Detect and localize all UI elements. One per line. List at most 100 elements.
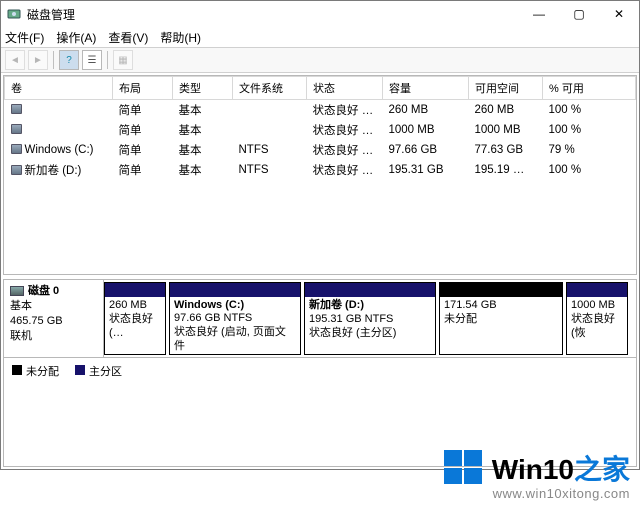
disk-management-window: 磁盘管理 — ▢ ✕ 文件(F) 操作(A) 查看(V) 帮助(H) ◄ ► ?…	[0, 0, 640, 470]
cell-volume: 新加卷 (D:)	[5, 160, 113, 180]
col-layout[interactable]: 布局	[113, 77, 173, 100]
cell-pctfree: 100 %	[543, 120, 636, 140]
legend: 未分配 主分区	[4, 358, 636, 383]
partition-block[interactable]: 新加卷 (D:) 195.31 GB NTFS 状态良好 (主分区)	[304, 282, 436, 355]
disk-size: 465.75 GB	[10, 314, 97, 329]
disk-info-panel[interactable]: 磁盘 0 基本 465.75 GB 联机	[4, 280, 104, 357]
partition-map: 260 MB 状态良好 (… Windows (C:)97.66 GB NTFS 状态…	[104, 280, 636, 357]
col-capacity[interactable]: 容量	[383, 77, 469, 100]
toolbar-separator	[107, 51, 108, 69]
table-row[interactable]: Windows (C:)简单基本NTFS状态良好 (…97.66 GB77.63…	[5, 140, 636, 160]
cell-free: 195.19 …	[469, 160, 543, 180]
volume-icon	[11, 124, 22, 134]
partition-color-bar	[440, 283, 562, 297]
partition-body: Windows (C:)97.66 GB NTFS 状态良好 (启动, 页面文件	[170, 297, 300, 354]
menubar: 文件(F) 操作(A) 查看(V) 帮助(H)	[1, 27, 639, 47]
table-row[interactable]: 简单基本状态良好 (…1000 MB1000 MB100 %	[5, 120, 636, 140]
partition-status: 状态良好 (主分区)	[309, 327, 396, 339]
titlebar[interactable]: 磁盘管理 — ▢ ✕	[1, 1, 639, 27]
cell-status: 状态良好 (…	[307, 100, 383, 121]
partition-size: 195.31 GB NTFS	[309, 313, 393, 325]
watermark-url: www.win10xitong.com	[493, 486, 630, 501]
app-icon	[7, 7, 21, 21]
volume-icon	[11, 165, 22, 175]
partition-body: 260 MB 状态良好 (…	[105, 297, 165, 342]
content-area: 卷 布局 类型 文件系统 状态 容量 可用空间 % 可用 简单基本状态良好 (……	[1, 73, 639, 469]
cell-pctfree: 79 %	[543, 140, 636, 160]
cell-layout: 简单	[113, 140, 173, 160]
close-button[interactable]: ✕	[599, 1, 639, 27]
forward-button[interactable]: ►	[28, 50, 48, 70]
partition-body: 1000 MB 状态良好 (恢	[567, 297, 627, 342]
col-filesystem[interactable]: 文件系统	[233, 77, 307, 100]
partition-block[interactable]: Windows (C:)97.66 GB NTFS 状态良好 (启动, 页面文件	[169, 282, 301, 355]
cell-free: 1000 MB	[469, 120, 543, 140]
cell-capacity: 1000 MB	[383, 120, 469, 140]
cell-capacity: 260 MB	[383, 100, 469, 121]
partition-size: 171.54 GB	[444, 299, 497, 311]
minimize-button[interactable]: —	[519, 1, 559, 27]
cell-pctfree: 100 %	[543, 100, 636, 121]
menu-help[interactable]: 帮助(H)	[160, 29, 201, 46]
toolbar-button-a[interactable]: ▦	[113, 50, 133, 70]
partition-color-bar	[170, 283, 300, 297]
cell-volume	[5, 120, 113, 140]
cell-volume	[5, 100, 113, 121]
partition-size: 97.66 GB NTFS	[174, 312, 252, 324]
cell-capacity: 195.31 GB	[383, 160, 469, 180]
col-pctfree[interactable]: % 可用	[543, 77, 636, 100]
volume-icon	[11, 104, 22, 114]
partition-title: Windows (C:)	[174, 299, 244, 311]
refresh-button[interactable]: ?	[59, 50, 79, 70]
cell-free: 260 MB	[469, 100, 543, 121]
menu-file[interactable]: 文件(F)	[5, 29, 44, 46]
cell-type: 基本	[173, 100, 233, 121]
graphical-view-pane: 磁盘 0 基本 465.75 GB 联机 260 MB 状态良好 (… Window…	[3, 279, 637, 467]
col-volume[interactable]: 卷	[5, 77, 113, 100]
watermark-brand: Win10之家	[492, 448, 630, 488]
col-status[interactable]: 状态	[307, 77, 383, 100]
cell-filesystem: NTFS	[233, 160, 307, 180]
partition-title: 新加卷 (D:)	[309, 299, 364, 311]
back-button[interactable]: ◄	[5, 50, 25, 70]
partition-color-bar	[567, 283, 627, 297]
disk-state: 联机	[10, 329, 97, 344]
partition-status: 状态良好 (启动, 页面文件	[174, 326, 286, 352]
disk-icon	[10, 286, 24, 296]
cell-status: 状态良好 (…	[307, 160, 383, 180]
partition-size: 1000 MB	[571, 299, 615, 311]
col-free[interactable]: 可用空间	[469, 77, 543, 100]
cell-status: 状态良好 (…	[307, 140, 383, 160]
partition-block[interactable]: 171.54 GB未分配	[439, 282, 563, 355]
legend-unallocated: 未分配	[12, 363, 59, 379]
disk-type: 基本	[10, 299, 97, 314]
menu-view[interactable]: 查看(V)	[108, 29, 148, 46]
properties-button[interactable]: ☰	[82, 50, 102, 70]
col-type[interactable]: 类型	[173, 77, 233, 100]
table-header: 卷 布局 类型 文件系统 状态 容量 可用空间 % 可用	[5, 77, 636, 100]
cell-filesystem	[233, 120, 307, 140]
window-title: 磁盘管理	[27, 6, 519, 23]
toolbar: ◄ ► ? ☰ ▦	[1, 47, 639, 73]
cell-layout: 简单	[113, 160, 173, 180]
partition-color-bar	[305, 283, 435, 297]
disk-label: 磁盘 0	[28, 284, 59, 299]
partition-status: 状态良好 (恢	[571, 313, 615, 339]
cell-filesystem	[233, 100, 307, 121]
legend-primary: 主分区	[75, 363, 122, 379]
cell-free: 77.63 GB	[469, 140, 543, 160]
partition-body: 新加卷 (D:) 195.31 GB NTFS 状态良好 (主分区)	[305, 297, 435, 342]
maximize-button[interactable]: ▢	[559, 1, 599, 27]
volume-icon	[11, 144, 22, 154]
partition-status: 状态良好 (…	[109, 313, 153, 339]
partition-size: 260 MB	[109, 299, 147, 311]
partition-block[interactable]: 1000 MB 状态良好 (恢	[566, 282, 628, 355]
windows-logo-icon	[442, 446, 486, 490]
volume-list-pane: 卷 布局 类型 文件系统 状态 容量 可用空间 % 可用 简单基本状态良好 (……	[3, 75, 637, 275]
menu-action[interactable]: 操作(A)	[56, 29, 96, 46]
table-row[interactable]: 新加卷 (D:)简单基本NTFS状态良好 (…195.31 GB195.19 ……	[5, 160, 636, 180]
watermark: Win10之家 www.win10xitong.com	[442, 446, 630, 501]
cell-pctfree: 100 %	[543, 160, 636, 180]
table-row[interactable]: 简单基本状态良好 (…260 MB260 MB100 %	[5, 100, 636, 121]
partition-block[interactable]: 260 MB 状态良好 (…	[104, 282, 166, 355]
